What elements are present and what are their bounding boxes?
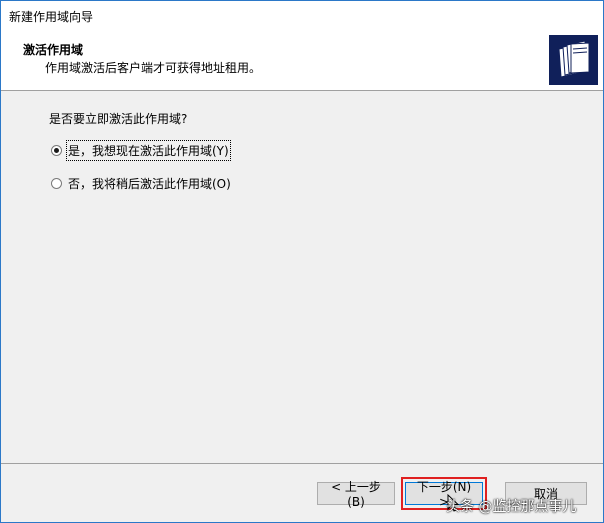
page-title: 激活作用域 [23,43,84,57]
radio-activate-now[interactable]: 是，我想现在激活此作用域(Y) [51,140,231,161]
radio-label-activate-later[interactable]: 否，我将稍后激活此作用域(O) [68,175,231,192]
radio-label-activate-now[interactable]: 是，我想现在激活此作用域(Y) [66,140,231,161]
activation-question: 是否要立即激活此作用域? [49,112,188,126]
radio-activate-later[interactable]: 否，我将稍后激活此作用域(O) [51,175,231,192]
window-title: 新建作用域向导 [9,10,94,24]
watermark-text: 头条 @监控那点事儿 [446,499,577,515]
radio-button-checked[interactable] [51,145,62,156]
back-button[interactable]: < 上一步(B) [317,480,395,509]
wizard-body: 是否要立即激活此作用域? 是，我想现在激活此作用域(Y) 否，我将稍后激活此作用… [1,91,603,463]
wizard-header: 激活作用域 作用域激活后客户端才可获得地址租用。 [1,31,603,91]
title-bar: 新建作用域向导 [1,1,603,31]
page-subtitle: 作用域激活后客户端才可获得地址租用。 [45,61,262,75]
folder-stack-icon [549,35,598,85]
radio-button-unchecked[interactable] [51,178,62,189]
wizard-window: 新建作用域向导 激活作用域 作用域激活后客户端才可获得地址租用。 是否要立即激活… [0,0,604,523]
